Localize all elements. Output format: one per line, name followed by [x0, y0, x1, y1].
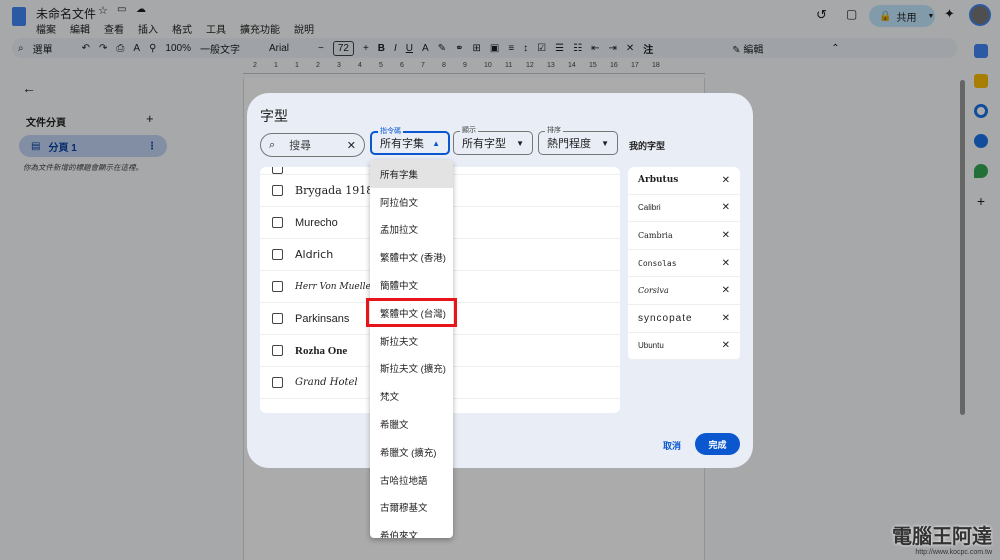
- dropdown-option[interactable]: 古爾穆基文: [370, 494, 453, 522]
- remove-icon[interactable]: ✕: [722, 175, 730, 186]
- remove-icon[interactable]: ✕: [722, 313, 730, 324]
- my-fonts-list: Arbutus ✕ Calibri ✕ Cambria ✕ Consolas ✕ Corsiva…: [628, 167, 740, 360]
- sort-label: 排序: [545, 125, 563, 135]
- show-label: 顯示: [460, 125, 478, 135]
- dropdown-option[interactable]: 希臘文: [370, 410, 453, 438]
- font-name: Rozha One: [295, 344, 348, 357]
- show-value: 所有字型: [462, 138, 506, 150]
- dropdown-option[interactable]: 梵文: [370, 382, 453, 410]
- my-font-row[interactable]: Arbutus ✕: [628, 167, 740, 195]
- chevron-down-icon: ▼: [516, 138, 524, 148]
- my-font-name: Calibri: [638, 203, 661, 213]
- watermark-url: http://www.kocpc.com.tw: [915, 549, 992, 556]
- my-font-name: Syncopate: [638, 312, 693, 324]
- search-icon: ⌕: [269, 138, 276, 151]
- my-fonts-title: 我的字型: [629, 141, 666, 151]
- font-search-field[interactable]: ⌕ 搜尋 ✕: [260, 133, 365, 157]
- my-font-row[interactable]: Cambria ✕: [628, 222, 740, 250]
- dropdown-option[interactable]: 簡體中文: [370, 271, 453, 299]
- watermark: 電腦王阿達 http://www.kocpc.com.tw: [892, 520, 992, 556]
- font-name: Brygada 1918: [295, 184, 374, 197]
- clear-icon[interactable]: ✕: [347, 139, 356, 152]
- my-font-row[interactable]: Consolas ✕: [628, 250, 740, 278]
- remove-icon[interactable]: ✕: [722, 202, 730, 213]
- dropdown-option[interactable]: 斯拉夫文: [370, 327, 453, 355]
- remove-icon[interactable]: ✕: [722, 230, 730, 241]
- checkbox[interactable]: [272, 345, 283, 356]
- script-select[interactable]: 指令碼 所有字集 ▲: [370, 126, 450, 155]
- font-name: Murecho: [295, 216, 338, 229]
- my-font-row[interactable]: Corsiva ✕: [628, 277, 740, 305]
- script-label: 指令碼: [378, 126, 403, 136]
- dropdown-option[interactable]: 古哈拉地語: [370, 466, 453, 494]
- dropdown-option[interactable]: 阿拉伯文: [370, 188, 453, 216]
- my-font-name: Arbutus: [638, 175, 679, 186]
- search-input[interactable]: 搜尋: [289, 137, 311, 153]
- sort-select[interactable]: 排序 熱門程度 ▼: [538, 125, 618, 155]
- checkbox[interactable]: [272, 377, 283, 388]
- my-font-name: Cambria: [638, 230, 673, 240]
- checkbox[interactable]: [272, 217, 283, 228]
- highlight-box: [366, 298, 457, 327]
- script-value: 所有字集: [380, 138, 424, 150]
- show-select[interactable]: 顯示 所有字型 ▼: [453, 125, 533, 155]
- dropdown-option[interactable]: 繁體中文 (香港): [370, 243, 453, 271]
- my-font-name: Ubuntu: [638, 341, 664, 351]
- remove-icon[interactable]: ✕: [722, 258, 730, 269]
- cancel-button[interactable]: 取消: [663, 439, 681, 452]
- checkbox[interactable]: [272, 281, 283, 292]
- fonts-dialog: 字型 ⌕ 搜尋 ✕ 指令碼 所有字集 ▲ 顯示 所有字型 ▼ 排序 熱門程度 ▼…: [247, 93, 753, 468]
- remove-icon[interactable]: ✕: [722, 285, 730, 296]
- done-button[interactable]: 完成: [695, 433, 740, 455]
- dialog-title: 字型: [260, 108, 288, 124]
- checkbox[interactable]: [272, 313, 283, 324]
- script-dropdown-menu: 所有字集 阿拉伯文 孟加拉文 繁體中文 (香港) 簡體中文 繁體中文 (台灣) 斯拉夫文 斯拉…: [370, 160, 453, 538]
- dropdown-option[interactable]: 希伯來文: [370, 521, 453, 538]
- remove-icon[interactable]: ✕: [722, 340, 730, 351]
- checkbox[interactable]: [272, 185, 283, 196]
- my-font-row[interactable]: Ubuntu ✕: [628, 333, 740, 360]
- chevron-up-icon: ▲: [432, 138, 440, 148]
- dropdown-option[interactable]: 孟加拉文: [370, 216, 453, 244]
- font-name: Aldrich: [295, 248, 334, 261]
- checkbox[interactable]: [272, 249, 283, 260]
- dropdown-option[interactable]: 斯拉夫文 (擴充): [370, 355, 453, 383]
- my-font-name: Corsiva: [638, 286, 669, 296]
- my-font-row[interactable]: Syncopate ✕: [628, 305, 740, 333]
- dropdown-option[interactable]: 希臘文 (擴充): [370, 438, 453, 466]
- sort-value: 熱門程度: [547, 138, 591, 150]
- my-font-name: Consolas: [638, 258, 677, 268]
- checkbox[interactable]: [272, 167, 283, 174]
- my-font-row[interactable]: Calibri ✕: [628, 195, 740, 223]
- dropdown-option[interactable]: 所有字集: [370, 160, 453, 188]
- chevron-down-icon: ▼: [601, 138, 609, 148]
- font-name: Parkinsans: [295, 312, 350, 325]
- watermark-name: 電腦王阿達: [892, 526, 992, 548]
- font-name: Grand Hotel: [295, 377, 358, 388]
